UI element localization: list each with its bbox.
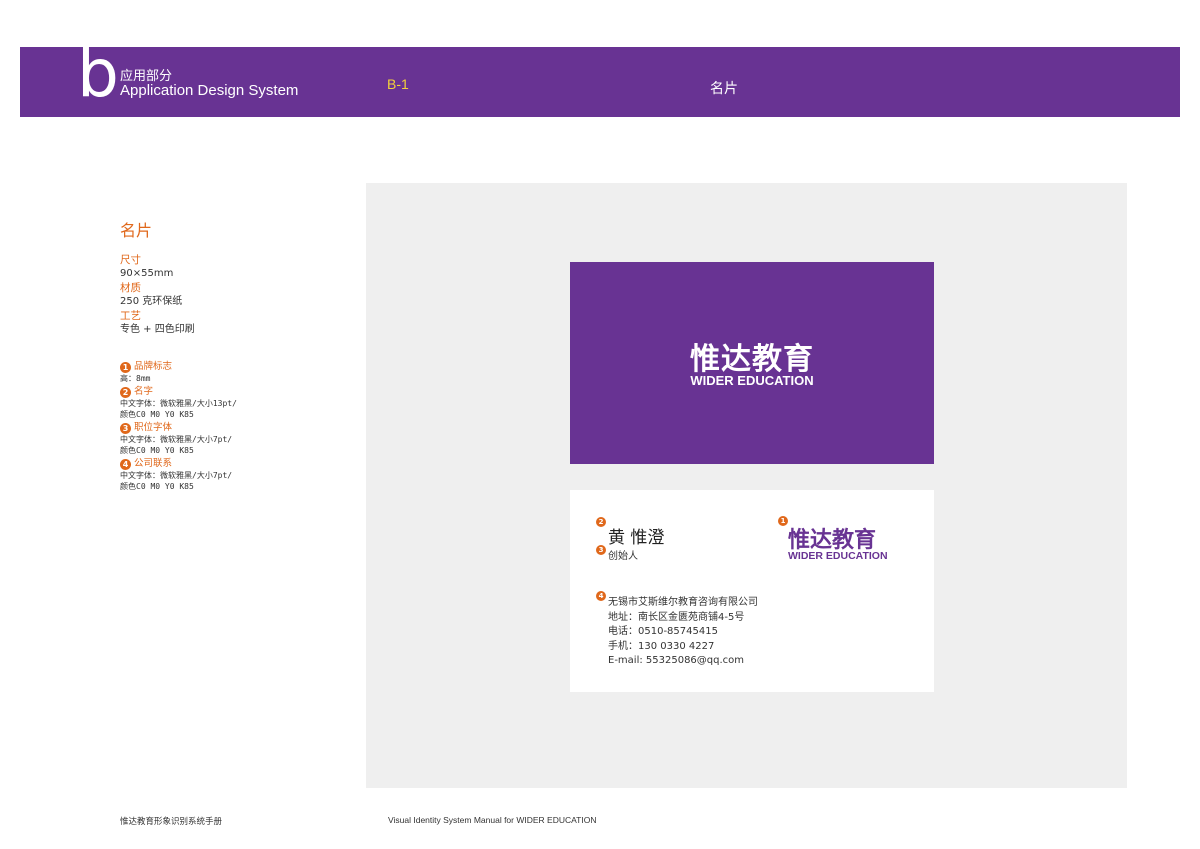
note-item: 2 名字 中文字体：微软雅黑/大小13pt/ 颜色C0 M0 Y0 K85 [120,386,340,420]
note-item: 1 品牌标志 高：8mm [120,361,340,384]
note-line: 中文字体：微软雅黑/大小7pt/ [120,435,233,444]
phone: 电话：0510-85745415 [608,626,718,637]
spec-item-size: 尺寸 90×55mm [120,253,340,281]
business-card-front: 惟达教育 WIDER EDUCATION [570,262,934,464]
email: E-mail: 55325086@qq.com [608,655,745,666]
footer-en: Visual Identity System Manual for WIDER … [388,815,597,825]
note-line: 颜色C0 M0 Y0 K85 [120,446,194,455]
number-badge: 2 [120,386,131,398]
person-name: 黄 惟澄 [608,528,665,548]
note-line: 中文字体：微软雅黑/大小7pt/ [120,471,233,480]
contact-block: 无锡市艾斯维尔教育咨询有限公司 地址：南长区金匮苑商铺4-5号 电话：0510-… [608,596,758,669]
header-bar: b 应用部分 Application Design System B-1 名片 [20,41,1180,117]
number-badge: 4 [120,458,131,470]
number-badge: 4 [596,591,606,601]
note-title: 名字 [134,386,154,397]
page-title: 名片 [710,81,738,97]
spec-value: 专色 + 四色印刷 [120,324,195,335]
number-badge: 1 [778,516,788,526]
note-line: 中文字体：微软雅黑/大小13pt/ [120,399,237,408]
note-title: 品牌标志 [134,361,173,372]
spec-item-material: 材质 250 克环保纸 [120,281,340,309]
spec-title: 名片 [120,221,153,240]
brand-logo-en: WIDER EDUCATION [690,373,814,388]
company-name: 无锡市艾斯维尔教育咨询有限公司 [608,597,758,608]
footer-cn: 惟达教育形象识别系统手册 [120,817,223,827]
person-role: 创始人 [608,551,638,562]
spec-label: 尺寸 [120,254,141,266]
note-line: 颜色C0 M0 Y0 K85 [120,482,194,491]
number-badge: 3 [596,545,606,555]
mockup-panel: 惟达教育 WIDER EDUCATION 2 黄 惟澄 3 创始人 1 惟达教育… [366,183,1127,788]
note-line: 高：8mm [120,374,151,383]
section-title-en: Application Design System [120,82,299,99]
spec-label: 材质 [120,282,141,294]
page-code: B-1 [387,76,409,92]
note-line: 颜色C0 M0 Y0 K85 [120,410,194,419]
note-item: 3 职位字体 中文字体：微软雅黑/大小7pt/ 颜色C0 M0 Y0 K85 [120,422,340,456]
number-badge: 3 [120,422,131,434]
spec-sidebar: 名片 尺寸 90×55mm 材质 250 克环保纸 工艺 专色 + 四色印刷 [120,217,340,337]
section-letter: b [77,35,119,112]
number-badge: 1 [120,361,131,373]
address: 地址：南长区金匮苑商铺4-5号 [608,611,745,623]
brand-logo-en: WIDER EDUCATION [788,550,888,562]
mobile: 手机：130 0330 4227 [608,640,715,652]
spec-label: 工艺 [120,310,141,322]
note-title: 职位字体 [134,422,173,433]
notes-list: 1 品牌标志 高：8mm 2 名字 中文字体：微软雅黑/大小13pt/ 颜色C0… [120,361,340,494]
note-title: 公司联系 [134,458,173,469]
spec-item-process: 工艺 专色 + 四色印刷 [120,309,340,337]
spec-value: 90×55mm [120,268,174,279]
number-badge: 2 [596,517,606,527]
business-card-back: 2 黄 惟澄 3 创始人 1 惟达教育 WIDER EDUCATION 4 无锡… [570,490,934,692]
brand-logo-cn: 惟达教育 [690,342,814,377]
spec-value: 250 克环保纸 [120,296,183,307]
note-item: 4 公司联系 中文字体：微软雅黑/大小7pt/ 颜色C0 M0 Y0 K85 [120,458,340,492]
